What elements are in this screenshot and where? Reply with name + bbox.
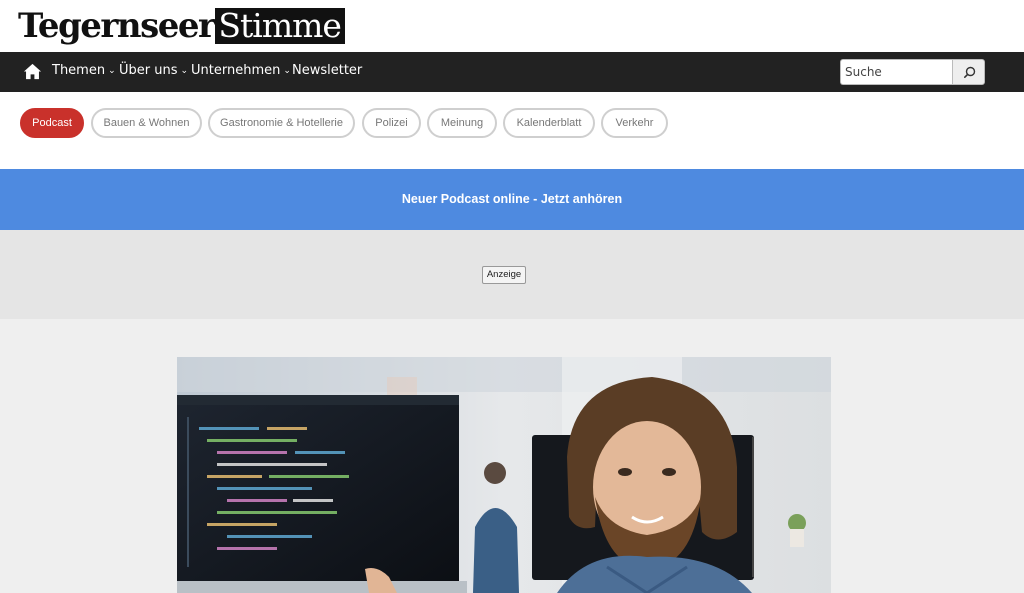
podcast-banner[interactable]: Neuer Podcast online - Jetzt anhören [0,169,1024,230]
chevron-down-icon: ⌄ [283,66,291,76]
site-logo[interactable]: Tegernseer Stimme [18,8,345,44]
nav-item-unternehmen[interactable]: Unternehmen ⌄ [191,52,291,92]
search-box [840,59,985,85]
category-pill-polizei[interactable]: Polizei [362,108,421,138]
home-icon[interactable] [23,62,42,81]
category-pill-podcast[interactable]: Podcast [20,108,84,138]
hero-image[interactable] [177,357,831,593]
category-pill-kalenderblatt[interactable]: Kalenderblatt [503,108,595,138]
chevron-down-icon: ⌄ [108,66,116,76]
logo-text-stimme: Stimme [215,8,345,44]
search-icon [964,66,976,79]
category-pill-bauen-wohnen[interactable]: Bauen & Wohnen [91,108,202,138]
ad-label: Anzeige [482,266,526,284]
ad-area: Anzeige [0,230,1024,319]
search-button[interactable] [952,59,985,85]
category-pill-meinung[interactable]: Meinung [427,108,497,138]
nav-item-newsletter[interactable]: Newsletter [292,52,362,92]
nav-item-ueber-uns[interactable]: Über uns ⌄ [119,52,188,92]
category-pills: Podcast Bauen & Wohnen Gastronomie & Hot… [0,92,1024,169]
search-input[interactable] [840,59,953,85]
nav-item-themen[interactable]: Themen ⌄ [52,52,116,92]
nav-item-label: Über uns [119,63,178,78]
category-pill-verkehr[interactable]: Verkehr [601,108,668,138]
header: Tegernseer Stimme [0,0,1024,52]
chevron-down-icon: ⌄ [180,66,189,76]
hero-illustration [177,357,831,593]
nav-item-label: Themen [52,63,106,78]
logo-text-tegernseer: Tegernseer [18,6,216,46]
category-pill-gastronomie[interactable]: Gastronomie & Hotellerie [208,108,355,138]
main-content [0,319,1024,593]
nav-item-label: Unternehmen [191,63,281,78]
nav-item-label: Newsletter [292,63,363,78]
